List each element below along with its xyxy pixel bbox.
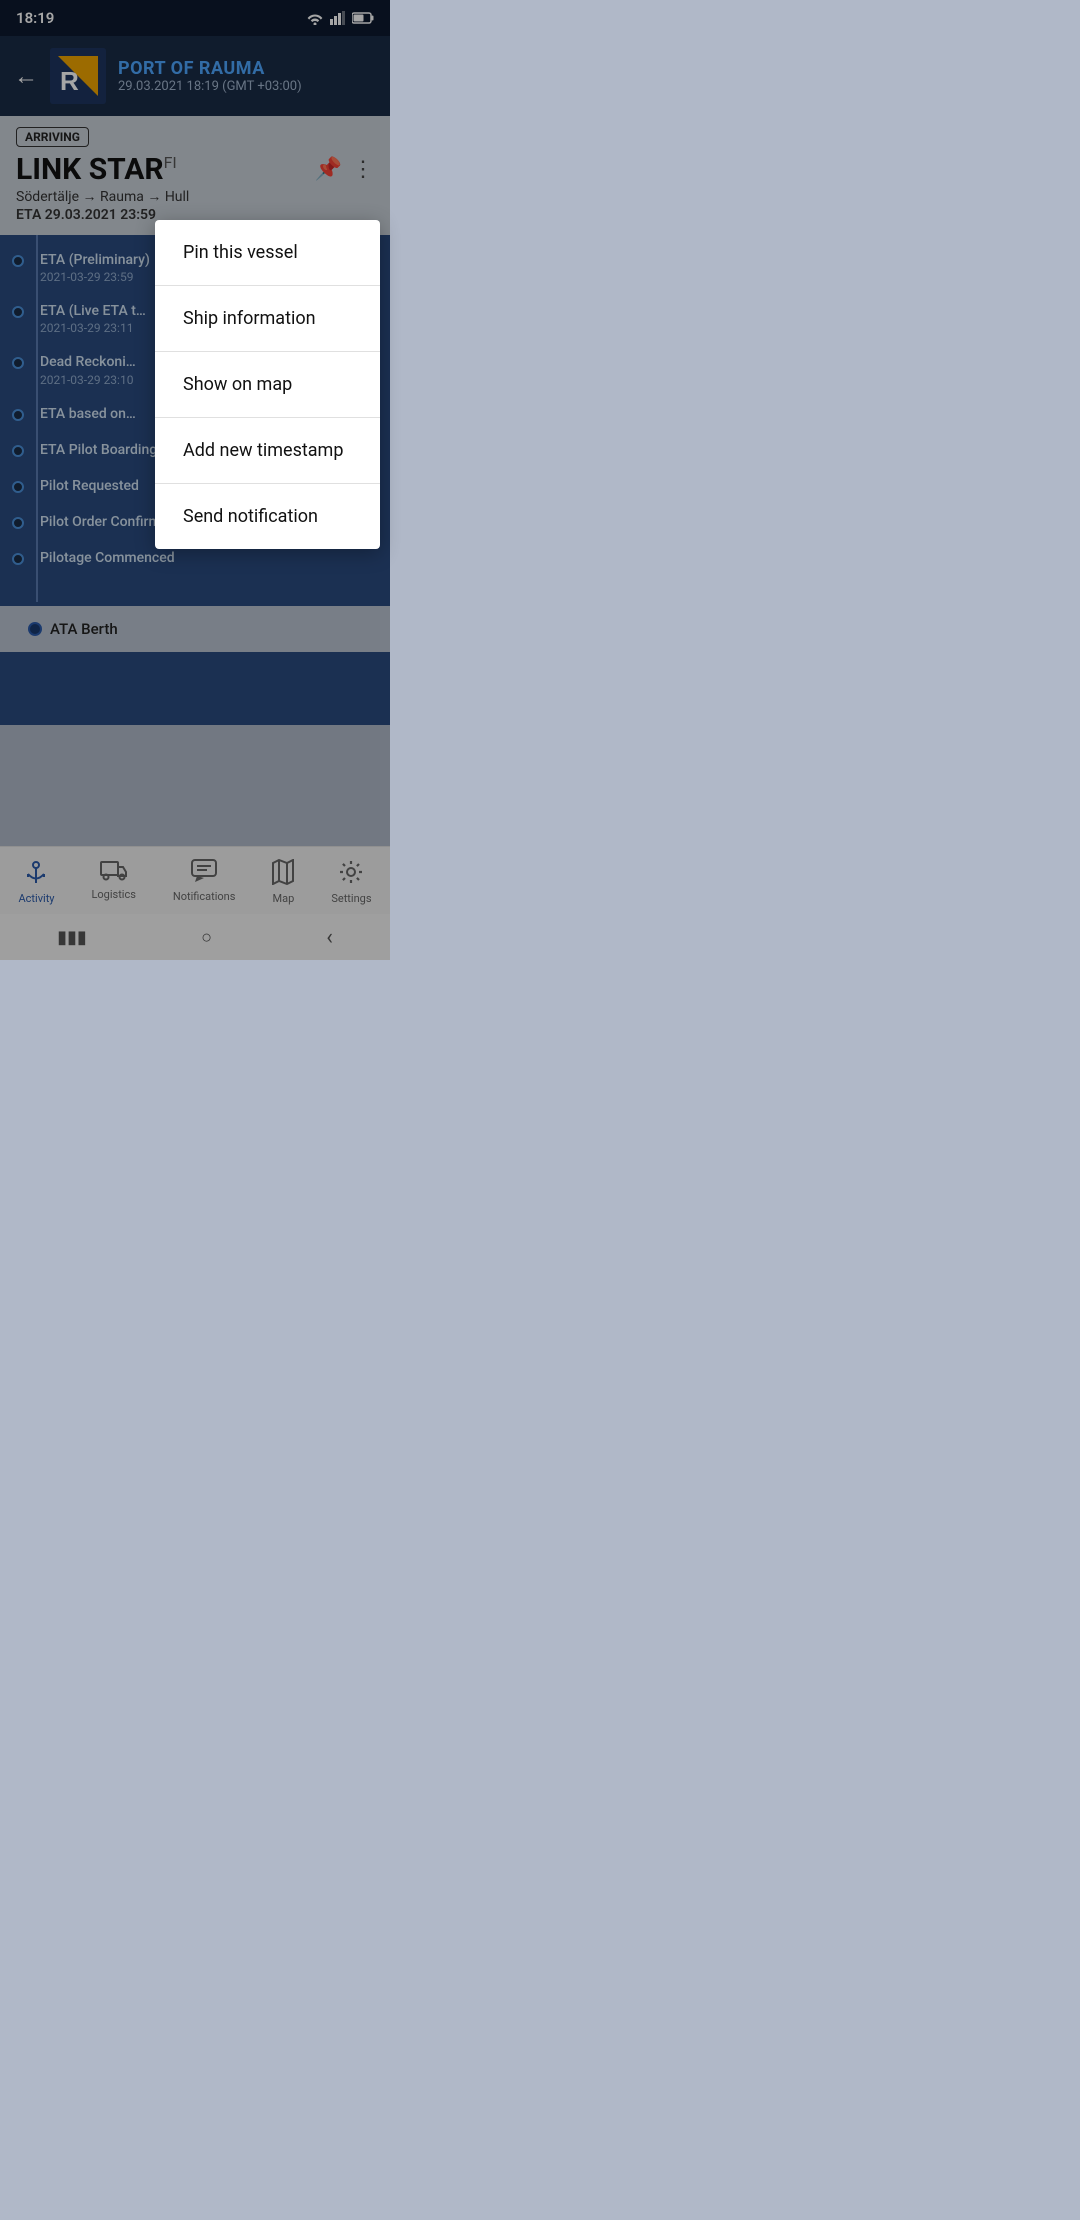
- context-menu-item-ship-info[interactable]: Ship information: [155, 286, 380, 352]
- context-menu-items: Pin this vesselShip informationShow on m…: [155, 220, 380, 549]
- context-menu-item-send-notification[interactable]: Send notification: [155, 484, 380, 549]
- context-menu-item-add-timestamp[interactable]: Add new timestamp: [155, 418, 380, 484]
- context-menu: Pin this vesselShip informationShow on m…: [155, 220, 380, 549]
- context-menu-item-show-map[interactable]: Show on map: [155, 352, 380, 418]
- context-menu-item-pin-vessel[interactable]: Pin this vessel: [155, 220, 380, 286]
